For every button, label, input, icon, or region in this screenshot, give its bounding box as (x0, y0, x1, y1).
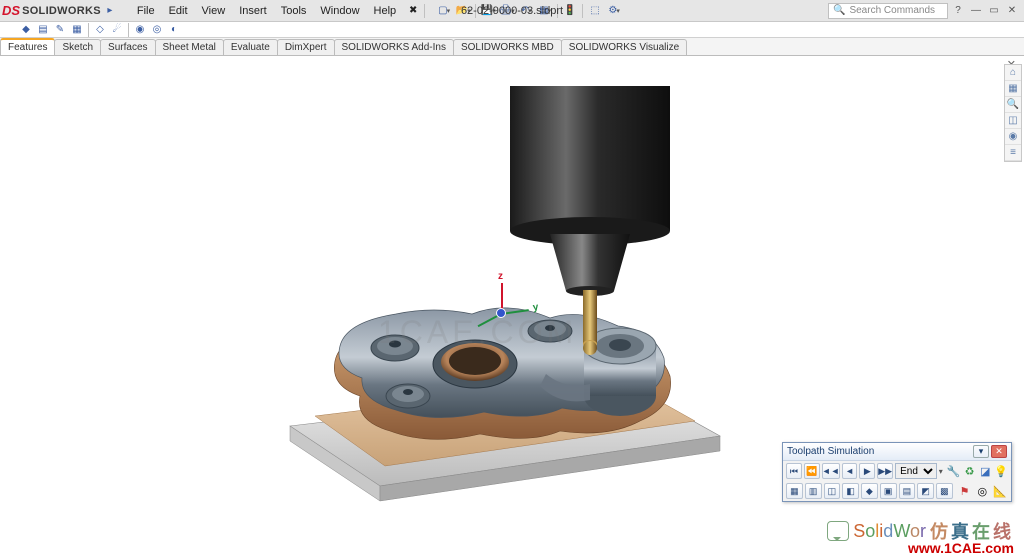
tool-icon[interactable]: ▤ (35, 23, 51, 37)
chat-icon (827, 521, 849, 541)
tab-sketch[interactable]: Sketch (54, 39, 101, 55)
menu-view[interactable]: View (196, 3, 232, 19)
prev-icon[interactable]: ◄ (842, 463, 858, 479)
tool-icon[interactable]: ◐ (166, 23, 182, 37)
flag-icon[interactable]: ⚑ (957, 483, 973, 499)
tool-icon[interactable]: ▦ (69, 23, 85, 37)
title-right: 🔍 Search Commands ? — ▭ ✕ (828, 3, 1020, 19)
tab-surfaces[interactable]: Surfaces (100, 39, 155, 55)
toolpath-title-bar[interactable]: Toolpath Simulation ▾ ✕ (783, 443, 1011, 461)
separator (582, 4, 583, 18)
taskpane-search-icon[interactable]: 🔍 (1005, 97, 1021, 113)
logo-solidworks: SOLIDWORKS (22, 5, 101, 17)
settings-icon[interactable]: ⚙▾ (605, 3, 623, 19)
menu-help[interactable]: Help (368, 3, 403, 19)
menu-window[interactable]: Window (314, 3, 365, 19)
toolpath-simulation-window[interactable]: Toolpath Simulation ▾ ✕ ⏮ ⏪ ◄◄ ◄ ▶ ▶▶ En… (782, 442, 1012, 502)
toolpath-title: Toolpath Simulation (787, 446, 874, 457)
menu-insert[interactable]: Insert (233, 3, 273, 19)
refresh-icon[interactable]: ♻ (963, 463, 977, 479)
rebuild-icon[interactable]: 🚦 (561, 3, 579, 19)
search-placeholder: Search Commands (849, 5, 935, 16)
menu-tools[interactable]: Tools (275, 3, 313, 19)
go-start-icon[interactable]: ⏮ (786, 463, 802, 479)
quick-toolbar-2: ◆ ▤ ✎ ▦ ◇ ☄ ◉ ◎ ◐ (0, 22, 1024, 38)
options-controls: ▦ ▥ ◫ ◧ ◆ ▣ ▤ ◩ ▩ ⚑ ◎ 📐 (783, 481, 1011, 501)
tool-icon[interactable]: ◇ (92, 23, 108, 37)
tab-evaluate[interactable]: Evaluate (223, 39, 278, 55)
play-icon[interactable]: ▶ (859, 463, 875, 479)
step-back-fast-icon[interactable]: ⏪ (804, 463, 820, 479)
logo-dropdown-icon[interactable]: ▸ (101, 3, 119, 19)
measure-icon[interactable]: 📐 (992, 483, 1008, 499)
taskpane-library-icon[interactable]: ▦ (1005, 81, 1021, 97)
tab-visualize[interactable]: SOLIDWORKS Visualize (561, 39, 687, 55)
tool-icon[interactable]: ◎ (149, 23, 165, 37)
task-pane: ⌂ ▦ 🔍 ◫ ◉ ≡ (1004, 64, 1022, 162)
menu-edit[interactable]: Edit (163, 3, 194, 19)
playback-controls: ⏮ ⏪ ◄◄ ◄ ▶ ▶▶ End ▾ 🔧 ♻ ◪ 💡 (783, 461, 1011, 481)
new-icon[interactable]: ▢▾ (435, 3, 453, 19)
separator (128, 23, 129, 37)
graphics-viewport[interactable]: ✕ (0, 56, 1024, 556)
search-icon: 🔍 (833, 5, 845, 16)
minimize-icon[interactable]: — (968, 4, 984, 18)
opt-9-icon[interactable]: ▩ (936, 483, 953, 499)
titlebar: DS SOLIDWORKS ▸ File Edit View Insert To… (0, 0, 1024, 22)
taskpane-appearance-icon[interactable]: ◉ (1005, 129, 1021, 145)
separator (88, 23, 89, 37)
taskpane-view-icon[interactable]: ◫ (1005, 113, 1021, 129)
tool-icon[interactable]: ☄ (109, 23, 125, 37)
tab-add-ins[interactable]: SOLIDWORKS Add-Ins (334, 39, 454, 55)
main-menu: File Edit View Insert Tools Window Help … (125, 3, 422, 19)
tool-icon[interactable]: ◆ (18, 23, 34, 37)
taskpane-properties-icon[interactable]: ≡ (1005, 145, 1021, 161)
menu-pin-icon[interactable]: ✖ (404, 3, 422, 19)
opt-5-icon[interactable]: ◆ (861, 483, 878, 499)
opt-7-icon[interactable]: ▤ (899, 483, 916, 499)
cube-icon[interactable]: ◪ (978, 463, 992, 479)
select-dropdown-icon: ▾ (939, 467, 943, 476)
opt-6-icon[interactable]: ▣ (880, 483, 897, 499)
watermark-solidwor: SolidWor (853, 521, 926, 542)
opt-8-icon[interactable]: ◩ (917, 483, 934, 499)
tool-icon[interactable]: ✎ (52, 23, 68, 37)
separator (424, 4, 425, 18)
tool-icon[interactable]: ◉ (132, 23, 148, 37)
opt-4-icon[interactable]: ◧ (842, 483, 859, 499)
toolpath-dropdown-icon[interactable]: ▾ (973, 445, 989, 458)
toolpath-close-icon[interactable]: ✕ (991, 445, 1007, 458)
model-render (250, 86, 770, 546)
logo-ds: DS (2, 3, 20, 18)
opt-2-icon[interactable]: ▥ (805, 483, 822, 499)
tab-sheet-metal[interactable]: Sheet Metal (155, 39, 224, 55)
menu-file[interactable]: File (131, 3, 161, 19)
options-icon[interactable]: ⬚ (586, 3, 604, 19)
target-icon[interactable]: ◎ (974, 483, 990, 499)
opt-3-icon[interactable]: ◫ (824, 483, 841, 499)
close-icon[interactable]: ✕ (1004, 4, 1020, 18)
opt-1-icon[interactable]: ▦ (786, 483, 803, 499)
tool-icon[interactable]: 🔧 (947, 463, 961, 479)
search-commands[interactable]: 🔍 Search Commands (828, 3, 948, 19)
restore-icon[interactable]: ▭ (986, 4, 1002, 18)
step-back-icon[interactable]: ◄◄ (822, 463, 840, 479)
tab-features[interactable]: Features (0, 38, 55, 55)
tab-mbd[interactable]: SOLIDWORKS MBD (453, 39, 562, 55)
mode-select[interactable]: End (895, 463, 937, 479)
watermark-url: www.1CAE.com (908, 540, 1014, 556)
document-title: 62-02-9000-03.sldprt (461, 5, 563, 17)
tab-dimxpert[interactable]: DimXpert (277, 39, 335, 55)
command-manager-tabs: Features Sketch Surfaces Sheet Metal Eva… (0, 38, 1024, 56)
next-icon[interactable]: ▶▶ (877, 463, 893, 479)
app-logo: DS SOLIDWORKS ▸ (0, 3, 125, 19)
taskpane-home-icon[interactable]: ⌂ (1005, 65, 1021, 81)
bulb-icon[interactable]: 💡 (994, 463, 1008, 479)
help-icon[interactable]: ? (950, 4, 966, 18)
